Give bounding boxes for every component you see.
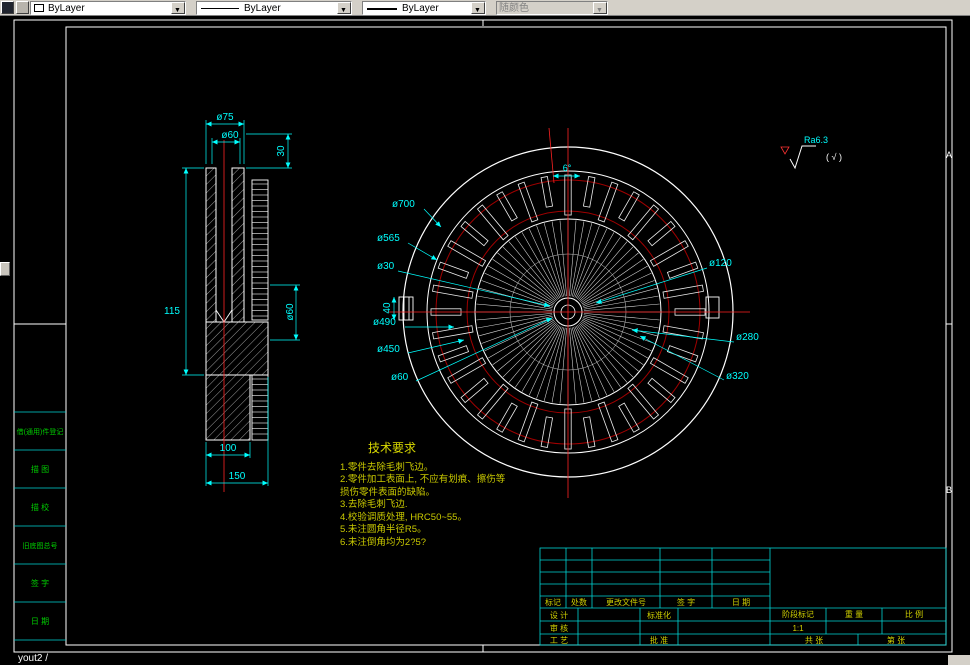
surface-ra-label: Ra6.3 [804, 135, 828, 145]
dim-label-d75: ø75 [216, 112, 234, 123]
spline-serrations [252, 183, 268, 435]
tb-sheet-no: 第 张 [887, 635, 905, 645]
linetype-control[interactable]: ByLayer [196, 1, 352, 17]
dim-label-115: 115 [164, 306, 180, 317]
tb-label-audit: 审 核 [550, 623, 568, 633]
status-text: yout2 / [18, 653, 49, 664]
color-value: ByLayer [48, 3, 85, 14]
tech-line: 损伤零件表面的缺陷。 [340, 486, 435, 498]
title-block: 标记 处数 更改文件号 签 字 日 期 设 计 标准化 审 核 工 艺 批 准 … [539, 547, 947, 646]
dim-label-d700: ø700 [392, 199, 415, 210]
linetype-sample-icon [201, 8, 239, 9]
color-control[interactable]: ByLayer [30, 1, 186, 17]
tb-label-design: 设 计 [550, 610, 568, 620]
tb-label-approve: 批 准 [650, 635, 668, 645]
strip-field-label: 旧底图总号 [23, 541, 58, 550]
tech-requirements: 技术要求 1.零件去除毛刺飞边。 2.零件加工表面上, 不应有划痕、擦伤等 损伤… [340, 441, 506, 548]
chevron-down-icon[interactable] [171, 2, 185, 17]
tb-label-standard: 标准化 [647, 610, 671, 620]
dim-label-150: 150 [229, 471, 246, 482]
tech-line: 5.未注圆角半径R5。 [340, 523, 427, 535]
circular-view [388, 127, 750, 498]
layout-tab-text[interactable]: yout2 / [18, 653, 48, 664]
tb-rev-header: 日 期 [732, 598, 750, 607]
plotstyle-control: 随颜色 [496, 1, 608, 17]
strip-field-label: 描 校 [31, 502, 49, 512]
dim-label-d320: ø320 [726, 371, 749, 382]
roughness-symbol-icon [789, 145, 816, 170]
dim-label-100: 100 [220, 443, 237, 454]
tb-label-stage: 阶段标记 [782, 609, 814, 619]
strip-field-label: 日 期 [31, 617, 49, 626]
surface-finish: Ra6.3 ( √ ) [780, 135, 842, 170]
toolbar-grip-icon[interactable] [16, 1, 29, 14]
drawing-frame [13, 19, 953, 653]
dim-label-40: 40 [382, 302, 393, 314]
zone-label-b: B [946, 485, 952, 495]
left-strip: 借(通用)件登记 描 图 描 校 旧底图总号 签 字 日 期 [14, 411, 66, 641]
tb-sheet-total: 共 张 [805, 636, 823, 645]
tb-rev-header: 处数 [571, 597, 587, 607]
strip-field-label: 描 图 [31, 464, 49, 474]
lineweight-control[interactable]: ByLayer [362, 1, 486, 17]
docked-toolbar-icon[interactable] [0, 262, 10, 276]
strip-field-label: 借(通用)件登记 [17, 427, 64, 436]
linetype-value: ByLayer [244, 3, 281, 14]
dim-label-d120: ø120 [709, 258, 732, 269]
dim-label-d280: ø280 [736, 332, 759, 343]
surface-paren-label: ( √ ) [826, 152, 842, 162]
tech-line: 2.零件加工表面上, 不应有划痕、擦伤等 [340, 473, 506, 485]
tb-label-scale: 比 例 [905, 609, 923, 619]
tech-title: 技术要求 [368, 441, 416, 455]
dim-label-d490: ø490 [373, 317, 396, 328]
circular-dimensions: 6° ø700 ø565 ø30 40 ø490 ø450 ø60 ø120 ø… [373, 163, 759, 383]
tech-line: 1.零件去除毛刺飞边。 [340, 461, 433, 473]
app-icon[interactable] [1, 1, 14, 14]
chevron-down-icon [593, 2, 607, 17]
dim-label-d60-top: ø60 [221, 130, 239, 141]
circular-centerlines [388, 127, 750, 498]
dim-label-6deg: 6° [563, 163, 572, 173]
chevron-down-icon[interactable] [471, 2, 485, 17]
lineweight-sample-icon [367, 8, 397, 10]
chevron-down-icon[interactable] [337, 2, 351, 17]
tb-label-weight: 重 量 [845, 609, 863, 619]
dim-label-d450: ø450 [377, 344, 400, 355]
dim-label-d60: ø60 [391, 372, 409, 383]
dim-label-d60-right: ø60 [285, 303, 296, 321]
section-view [205, 140, 269, 492]
tech-line: 4.校验调质处理, HRC50~55。 [340, 511, 467, 523]
roughness-triangle-icon [780, 146, 790, 155]
dim-label-d565: ø565 [377, 233, 400, 244]
color-swatch [34, 4, 44, 12]
tech-line: 3.去除毛刺飞边. [340, 498, 408, 510]
zone-label-a: A [946, 150, 952, 160]
lineweight-value: ByLayer [402, 3, 439, 14]
autocad-window: ByLayer ByLayer ByLayer 随颜色 [0, 0, 970, 665]
drawing-canvas[interactable]: A B 借(通用)件登记 描 图 描 校 旧底图总号 签 字 日 期 ø75 ø… [0, 0, 970, 665]
tb-rev-header: 标记 [545, 597, 561, 607]
dim-label-d30: ø30 [377, 261, 395, 272]
tb-rev-header: 签 字 [677, 597, 695, 607]
resize-corner [948, 655, 970, 665]
tb-label-process: 工 艺 [550, 636, 568, 645]
dim-label-30: 30 [276, 145, 287, 157]
tb-rev-header: 更改文件号 [606, 597, 646, 607]
tech-line: 6.未注倒角均为2?5? [340, 536, 426, 548]
strip-field-label: 签 字 [31, 578, 49, 588]
tb-scale-value: 1:1 [792, 624, 804, 633]
plotstyle-value: 随颜色 [499, 3, 529, 14]
properties-toolbar: ByLayer ByLayer ByLayer 随颜色 [0, 0, 970, 17]
